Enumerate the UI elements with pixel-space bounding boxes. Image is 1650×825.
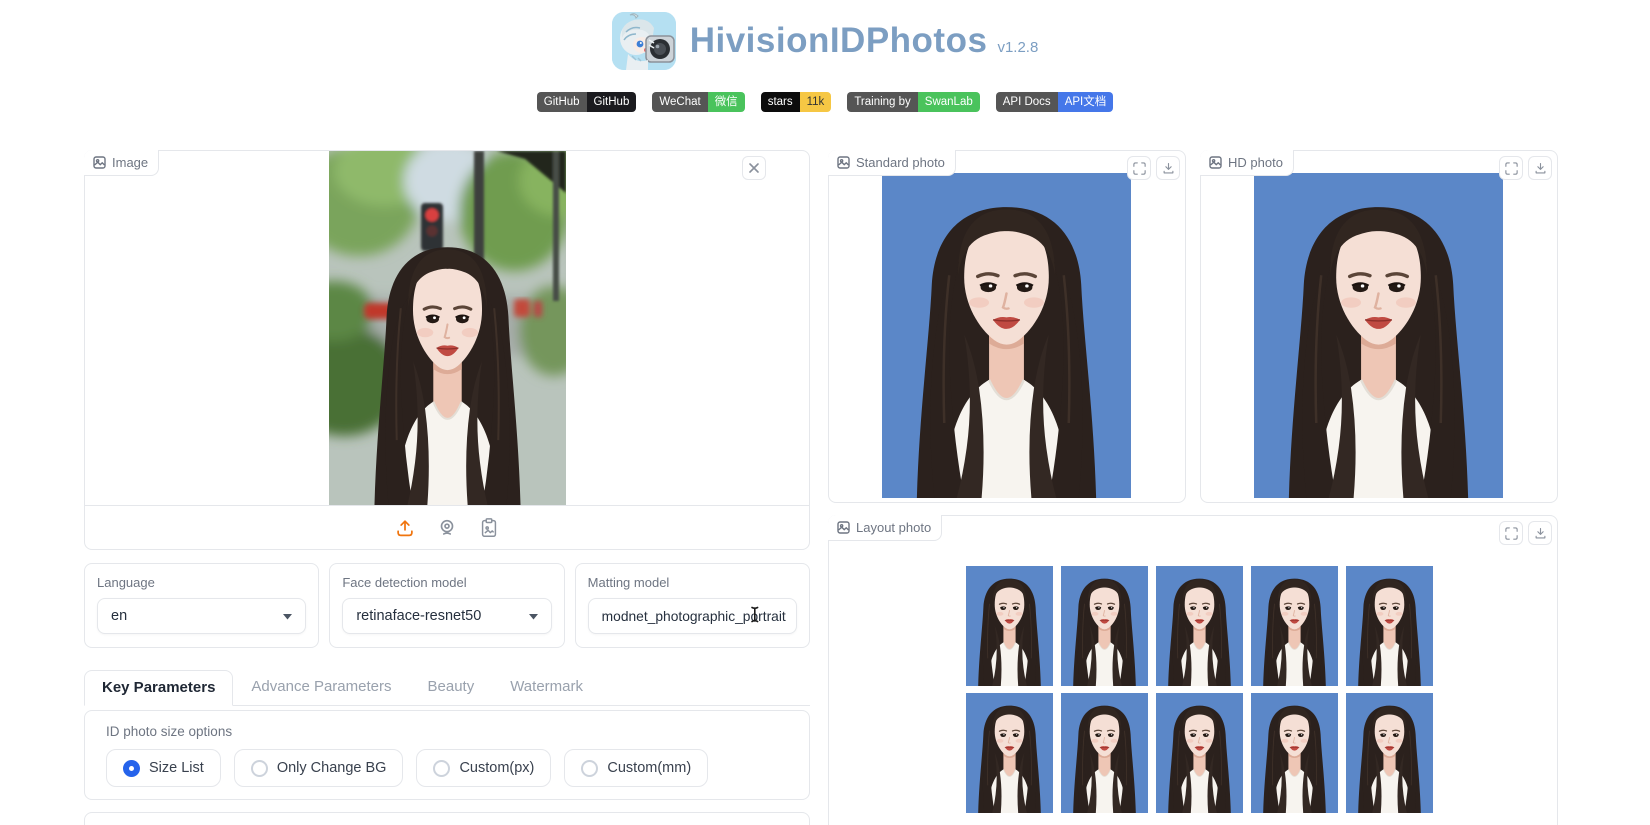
hivision-idphotos-app: HivisionIDPhotos v1.2.8 GitHub GitHub We…: [0, 0, 1650, 825]
image-upload-panel: Image: [84, 150, 810, 550]
layout-grid-photo: [966, 693, 1053, 813]
badge-wechat[interactable]: WeChat 微信: [652, 92, 745, 112]
language-value: en: [111, 608, 128, 624]
parameter-tabs: Key Parameters Advance Parameters Beauty…: [84, 668, 810, 706]
layout-grid-photo: [1346, 693, 1433, 813]
uploaded-image[interactable]: [85, 151, 809, 505]
fullscreen-icon[interactable]: [1127, 156, 1151, 180]
text-cursor-pointer: [750, 606, 760, 628]
layout-photo-panel: Layout photo: [828, 515, 1558, 825]
layout-grid-photo: [1061, 566, 1148, 686]
radio-button-icon: [250, 759, 268, 777]
matting-model-select[interactable]: modnet_photographic_portrait: [587, 598, 797, 634]
fullscreen-icon[interactable]: [1499, 521, 1523, 545]
clipboard-paste-icon[interactable]: [478, 517, 500, 539]
model-selector-row: Language en Face detection model retinaf…: [84, 563, 810, 648]
app-header: HivisionIDPhotos v1.2.8: [0, 12, 1650, 70]
language-label: Language: [97, 575, 155, 590]
face-model-selector-panel: Face detection model retinaface-resnet50: [329, 563, 565, 648]
app-title-group: HivisionIDPhotos v1.2.8: [690, 21, 1039, 61]
matting-model-label: Matting model: [587, 575, 670, 590]
image-icon: [1209, 156, 1222, 169]
hd-photo-panel: HD photo: [1200, 150, 1558, 503]
language-selector-panel: Language en: [84, 563, 320, 648]
download-icon[interactable]: [1528, 521, 1552, 545]
layout-grid-photo: [1061, 693, 1148, 813]
badge-github[interactable]: GitHub GitHub: [536, 92, 637, 112]
face-model-label: Face detection model: [342, 575, 467, 590]
standard-photo-panel: Standard photo: [828, 150, 1186, 503]
layout-grid-photo: [1251, 693, 1338, 813]
radio-custom-px[interactable]: Custom(px): [416, 749, 552, 787]
standard-photo-label: Standard photo: [828, 150, 956, 176]
badge-stars[interactable]: stars 11k: [760, 92, 832, 112]
standard-photo-image: [882, 173, 1131, 498]
next-parameter-group: [84, 812, 810, 825]
fullscreen-icon[interactable]: [1499, 156, 1523, 180]
tab-advance-parameters[interactable]: Advance Parameters: [233, 669, 409, 705]
language-select[interactable]: en: [97, 598, 307, 634]
face-model-select[interactable]: retinaface-resnet50: [342, 598, 552, 634]
radio-size-list[interactable]: Size List: [106, 749, 221, 787]
radio-button-icon: [433, 759, 451, 777]
layout-photo-grid: [966, 566, 1433, 813]
layout-photo-label: Layout photo: [828, 515, 943, 541]
image-panel-label: Image: [84, 150, 160, 176]
image-icon: [837, 521, 850, 534]
layout-grid-photo: [966, 566, 1053, 686]
tab-watermark[interactable]: Watermark: [492, 669, 601, 705]
hd-photo-image: [1254, 173, 1503, 498]
image-icon: [93, 156, 106, 169]
radio-button-icon: [581, 759, 599, 777]
face-model-value: retinaface-resnet50: [356, 608, 482, 624]
layout-grid-photo: [1346, 566, 1433, 686]
id-photo-size-options-group: ID photo size options Size List Only Cha…: [84, 710, 810, 800]
radio-button-icon: [123, 759, 140, 777]
tab-key-parameters[interactable]: Key Parameters: [84, 670, 234, 706]
size-options-radio-group: Size List Only Change BG Custom(px) Cust…: [106, 749, 788, 787]
chevron-down-icon: [283, 608, 293, 624]
image-icon: [837, 156, 850, 169]
app-version: v1.2.8: [997, 39, 1039, 56]
badge-swanlab[interactable]: Training by SwanLab: [847, 92, 980, 112]
upload-icon[interactable]: [394, 517, 416, 539]
radio-only-change-bg[interactable]: Only Change BG: [233, 749, 404, 787]
badge-api-docs[interactable]: API Docs API文档: [995, 92, 1114, 112]
clear-image-button[interactable]: [742, 156, 766, 180]
hd-photo-label: HD photo: [1200, 150, 1294, 176]
chevron-down-icon: [528, 608, 538, 624]
image-source-toolbar: [85, 505, 809, 549]
download-icon[interactable]: [1156, 156, 1180, 180]
matting-model-selector-panel: Matting model modnet_photographic_portra…: [574, 563, 810, 648]
layout-grid-photo: [1251, 566, 1338, 686]
page-title: HivisionIDPhotos: [689, 21, 988, 60]
webcam-icon[interactable]: [436, 517, 458, 539]
size-options-label: ID photo size options: [106, 724, 233, 739]
radio-custom-mm[interactable]: Custom(mm): [564, 749, 709, 787]
download-icon[interactable]: [1528, 156, 1552, 180]
layout-grid-photo: [1156, 693, 1243, 813]
app-logo-icon: [611, 12, 676, 70]
layout-grid-photo: [1156, 566, 1243, 686]
tab-beauty[interactable]: Beauty: [410, 669, 493, 705]
badge-row: GitHub GitHub WeChat 微信 stars 11k Traini…: [0, 92, 1650, 112]
